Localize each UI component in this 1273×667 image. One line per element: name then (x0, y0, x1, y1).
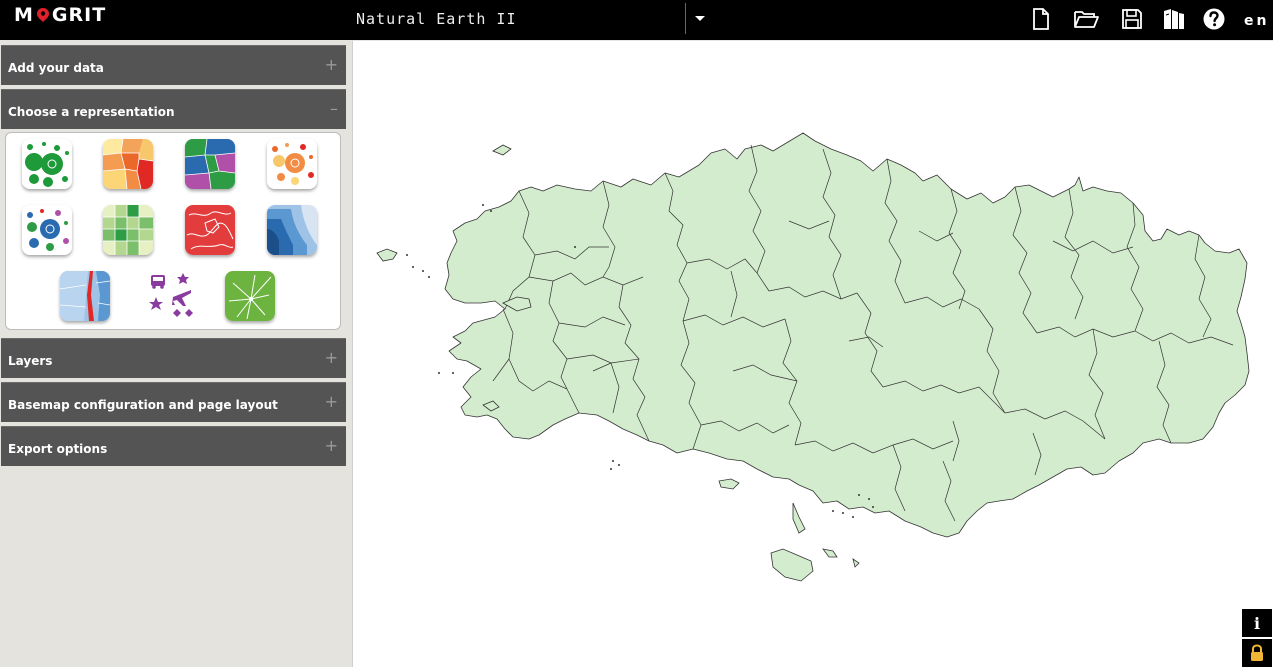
discontinuities-icon[interactable] (267, 205, 317, 255)
language-selector[interactable]: en (1244, 13, 1269, 29)
save-project-icon[interactable] (1120, 7, 1144, 31)
map-canvas[interactable] (352, 40, 1273, 667)
section-label: Basemap configuration and page layout (8, 398, 278, 412)
labels-icon[interactable] (146, 271, 196, 321)
proportional-categorical-icon[interactable] (22, 205, 72, 255)
logo-text-right: GRIT (51, 4, 107, 26)
help-icon[interactable] (1202, 7, 1226, 31)
proportional-choropleth-icon[interactable] (267, 139, 317, 189)
map-island (770, 548, 814, 582)
links-icon[interactable] (225, 271, 275, 321)
flows-icon[interactable] (60, 271, 110, 321)
map-svg[interactable] (353, 41, 1273, 667)
map-island (792, 502, 806, 534)
collapse-icon: – (330, 99, 338, 118)
map-island (718, 478, 740, 490)
map-landmass (444, 132, 1250, 538)
categorical-icon[interactable] (185, 139, 235, 189)
new-project-icon[interactable] (1029, 7, 1053, 31)
map-island (376, 248, 398, 262)
info-label: i (1253, 613, 1261, 633)
section-label: Choose a representation (8, 105, 175, 119)
grid-icon[interactable] (103, 205, 153, 255)
lock-icon (1251, 644, 1263, 661)
info-button[interactable]: i (1242, 609, 1272, 637)
chevron-down-icon[interactable] (693, 11, 707, 25)
basemap-divider (685, 3, 686, 34)
smoothed-map-icon[interactable] (185, 205, 235, 255)
logo-pin-icon (36, 8, 49, 22)
logo-text-left: M (14, 4, 34, 26)
expand-icon: + (324, 348, 338, 367)
expand-icon: + (324, 55, 338, 74)
section-basemap-configuration[interactable]: Basemap configuration and page layout + (1, 382, 346, 422)
expand-icon: + (324, 392, 338, 411)
lock-button[interactable] (1242, 639, 1272, 667)
section-choose-representation[interactable]: Choose a representation – (1, 89, 346, 129)
choropleth-icon[interactable] (103, 139, 153, 189)
representation-panel (5, 132, 341, 330)
section-export-options[interactable]: Export options + (1, 426, 346, 466)
section-add-your-data[interactable]: Add your data + (1, 45, 346, 85)
proportional-symbols-icon[interactable] (22, 139, 72, 189)
expand-icon: + (324, 436, 338, 455)
map-island (852, 558, 860, 568)
open-project-icon[interactable] (1073, 7, 1100, 31)
section-label: Export options (8, 442, 108, 456)
sidebar: Add your data + Choose a representation … (0, 40, 352, 667)
basemap-name[interactable]: Natural Earth II (356, 10, 517, 28)
magrit-logo: M GRIT (14, 4, 106, 26)
top-bar: M GRIT Natural Earth II en (0, 0, 1273, 40)
map-island (822, 548, 838, 558)
documentation-icon[interactable] (1162, 7, 1186, 31)
map-layer-communes (444, 132, 1250, 538)
section-label: Layers (8, 354, 53, 368)
map-island (492, 144, 512, 156)
section-label: Add your data (8, 61, 104, 75)
section-layers[interactable]: Layers + (1, 338, 346, 378)
